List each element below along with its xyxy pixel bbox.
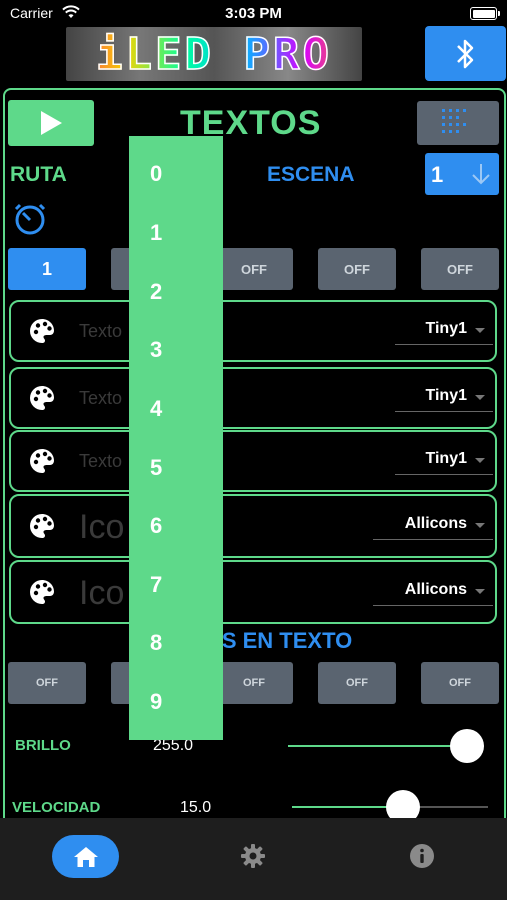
- route-button-1[interactable]: 1: [8, 248, 86, 290]
- font-select-4[interactable]: Allicons: [373, 512, 493, 540]
- font-select-5[interactable]: Allicons: [373, 578, 493, 606]
- caret-down-icon: [475, 523, 485, 528]
- route-button-5[interactable]: OFF: [421, 248, 499, 290]
- caret-down-icon: [475, 328, 485, 333]
- text-row-2: Texto Tiny1: [9, 367, 497, 429]
- arrow-down-icon: [471, 162, 491, 191]
- text-row-1: Texto Tiny1: [9, 300, 497, 362]
- gear-icon: [241, 844, 265, 868]
- icon-row-2: Ico Allicons: [9, 560, 497, 624]
- icon-input-2[interactable]: Ico: [79, 574, 124, 613]
- velocidad-value: 15.0: [180, 799, 212, 816]
- led-grid-icon: [442, 109, 466, 133]
- brillo-slider-thumb[interactable]: [450, 729, 484, 763]
- caret-down-icon: [475, 395, 485, 400]
- dropdown-option-7[interactable]: 7: [150, 572, 162, 598]
- escena-value: 1: [431, 162, 444, 187]
- palette-icon[interactable]: [28, 384, 56, 417]
- effect-button-5[interactable]: OFF: [421, 662, 499, 704]
- play-icon: [41, 111, 62, 135]
- bluetooth-icon: [456, 39, 473, 68]
- status-bar: Carrier 3:03 PM: [0, 0, 507, 28]
- font-select-3[interactable]: Tiny1: [395, 447, 493, 475]
- dropdown-option-3[interactable]: 3: [150, 337, 162, 363]
- font-select-value: Tiny1: [425, 320, 468, 337]
- text-input-1[interactable]: Texto: [79, 321, 122, 342]
- palette-icon[interactable]: [28, 512, 56, 545]
- escena-label: ESCENA: [267, 163, 355, 186]
- dropdown-option-6[interactable]: 6: [150, 513, 162, 539]
- route-button-3[interactable]: OFF: [215, 248, 293, 290]
- effect-button-1[interactable]: OFF: [8, 662, 86, 704]
- caret-down-icon: [475, 458, 485, 463]
- text-row-3: Texto Tiny1: [9, 430, 497, 492]
- home-icon: [73, 846, 98, 867]
- tab-home[interactable]: [52, 835, 119, 878]
- font-select-value: Allicons: [404, 581, 467, 598]
- palette-icon[interactable]: [28, 447, 56, 480]
- text-input-2[interactable]: Texto: [79, 388, 122, 409]
- grid-button[interactable]: [417, 101, 499, 145]
- bluetooth-button[interactable]: [425, 26, 506, 81]
- tab-bar: [0, 818, 507, 900]
- dropdown-option-1[interactable]: 1: [150, 220, 162, 246]
- font-select-1[interactable]: Tiny1: [395, 317, 493, 345]
- app-logo: iLED PRO: [66, 27, 362, 81]
- brillo-label: BRILLO: [15, 737, 71, 754]
- battery-icon: [470, 7, 500, 20]
- dropdown-option-5[interactable]: 5: [150, 455, 162, 481]
- font-select-value: Tiny1: [425, 387, 468, 404]
- tab-info[interactable]: [409, 843, 435, 874]
- effect-button-3[interactable]: OFF: [215, 662, 293, 704]
- brillo-slider-fill: [288, 745, 467, 747]
- caret-down-icon: [475, 589, 485, 594]
- route-button-4[interactable]: OFF: [318, 248, 396, 290]
- text-input-3[interactable]: Texto: [79, 451, 122, 472]
- font-select-2[interactable]: Tiny1: [395, 384, 493, 412]
- logo-text: iLED PRO: [66, 27, 362, 81]
- tab-settings[interactable]: [240, 843, 266, 874]
- dropdown-option-4[interactable]: 4: [150, 396, 162, 422]
- dropdown-option-2[interactable]: 2: [150, 279, 162, 305]
- icon-input-1[interactable]: Ico: [79, 508, 124, 547]
- font-select-value: Tiny1: [425, 450, 468, 467]
- play-button[interactable]: [8, 100, 94, 146]
- dropdown-option-0[interactable]: 0: [150, 161, 162, 187]
- icon-row-1: Ico Allicons: [9, 494, 497, 558]
- font-select-value: Allicons: [404, 515, 467, 532]
- dropdown-option-8[interactable]: 8: [150, 630, 162, 656]
- palette-icon[interactable]: [28, 317, 56, 350]
- escena-select[interactable]: 1: [425, 153, 499, 195]
- clock: 3:03 PM: [225, 5, 282, 22]
- velocidad-label: VELOCIDAD: [12, 799, 101, 816]
- timer-icon[interactable]: [13, 202, 49, 241]
- ruta-label: RUTA: [10, 163, 67, 186]
- effect-button-4[interactable]: OFF: [318, 662, 396, 704]
- dropdown-option-9[interactable]: 9: [150, 689, 162, 715]
- info-icon: [410, 844, 434, 868]
- efectos-title: OS EN TEXTO: [0, 628, 507, 654]
- palette-icon[interactable]: [28, 578, 56, 611]
- number-dropdown: 0 1 2 3 4 5 6 7 8 9: [129, 136, 223, 740]
